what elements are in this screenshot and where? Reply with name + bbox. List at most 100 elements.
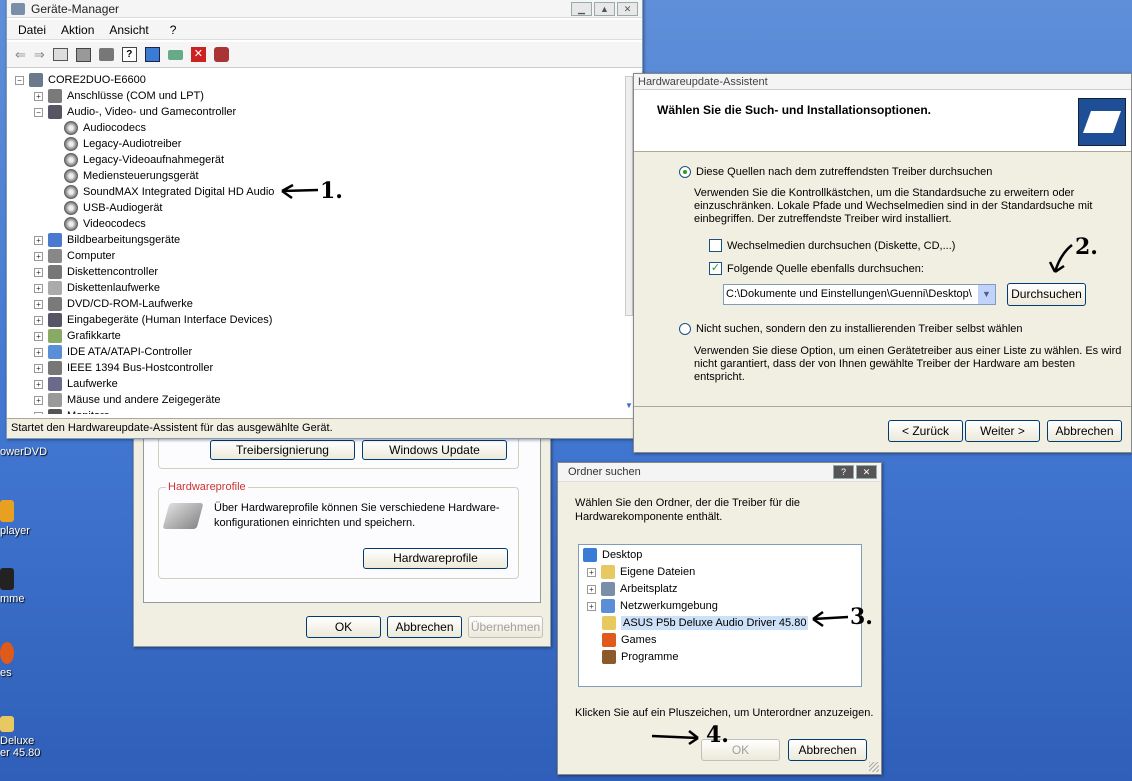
tree-category-item[interactable]: + IDE ATA/ATAPI-Controller xyxy=(34,344,192,360)
tree-device-item[interactable]: SoundMAX Integrated Digital HD Audio xyxy=(64,184,274,200)
tree-category-item[interactable]: + Eingabegeräte (Human Interface Devices) xyxy=(34,312,272,328)
radio-selected-icon[interactable] xyxy=(679,166,691,178)
back-icon[interactable]: ⇐ xyxy=(15,47,26,63)
tree-root[interactable]: − CORE2DUO-E6600 xyxy=(15,72,146,88)
desktop-icon-programme[interactable]: mme xyxy=(0,568,46,605)
tree-device-item[interactable]: Videocodecs xyxy=(64,216,146,232)
expand-icon[interactable]: + xyxy=(587,567,596,577)
disable-icon[interactable] xyxy=(213,47,229,62)
expand-icon[interactable]: + xyxy=(34,251,43,261)
tree-category-item[interactable]: + Anschlüsse (COM und LPT) xyxy=(34,88,204,104)
expand-icon[interactable]: + xyxy=(34,283,43,293)
tree-category-item[interactable]: + Grafikkarte xyxy=(34,328,121,344)
folder-tree-item[interactable]: + Netzwerkumgebung xyxy=(587,598,718,614)
folder-tree-item[interactable]: Games xyxy=(602,632,656,648)
tree-category-item[interactable]: + Diskettenlaufwerke xyxy=(34,280,160,296)
option-manual-radio[interactable]: Nicht suchen, sondern den zu installiere… xyxy=(679,323,1023,335)
ok-button[interactable]: OK xyxy=(306,616,381,638)
tree-category-item[interactable]: + Bildbearbeitungsgeräte xyxy=(34,232,180,248)
tree-category-item[interactable]: + Mäuse und andere Zeigegeräte xyxy=(34,392,221,408)
expand-icon[interactable]: + xyxy=(34,315,43,325)
scrollbar-thumb[interactable] xyxy=(625,76,633,316)
annotation-label-3: 3. xyxy=(850,604,873,630)
menu-aktion[interactable]: Aktion xyxy=(61,23,94,37)
expand-icon[interactable]: + xyxy=(34,347,43,357)
expand-icon[interactable]: + xyxy=(34,331,43,341)
desktop-icon-driver-folder[interactable]: Deluxe er 45.80 xyxy=(0,716,46,759)
expand-icon[interactable]: + xyxy=(34,267,43,277)
expand-icon[interactable]: + xyxy=(587,601,596,611)
forward-icon[interactable]: ⇒ xyxy=(34,47,45,63)
folder-tree-item[interactable]: + Arbeitsplatz xyxy=(587,581,677,597)
expand-icon[interactable]: + xyxy=(34,235,43,245)
collapse-icon[interactable]: − xyxy=(15,75,24,85)
collapse-icon[interactable]: − xyxy=(34,107,43,117)
help-icon[interactable]: ? xyxy=(121,47,137,62)
next-button[interactable]: Weiter > xyxy=(965,420,1040,442)
back-button[interactable]: < Zurück xyxy=(888,420,963,442)
expand-icon[interactable]: + xyxy=(587,584,596,594)
tree-device-item[interactable]: Mediensteuerungsgerät xyxy=(64,168,199,184)
removable-media-label: Wechselmedien durchsuchen (Diskette, CD,… xyxy=(727,239,956,252)
cancel-button[interactable]: Abbrechen xyxy=(387,616,462,638)
desktop-icon-player[interactable]: player xyxy=(0,500,46,537)
desktop-icon-label: Deluxe xyxy=(0,735,35,747)
folder-tree-item[interactable]: Programme xyxy=(602,649,678,665)
tree-category-item[interactable]: + Computer xyxy=(34,248,115,264)
device-category-icon xyxy=(48,377,62,391)
folder-tree-item[interactable]: + Eigene Dateien xyxy=(587,564,695,580)
desktop-icon-firefox[interactable]: es xyxy=(0,642,46,679)
folder-tree[interactable]: Desktop + Eigene Dateien + Arbeitsplatz + Netz… xyxy=(578,544,862,687)
expand-icon[interactable]: + xyxy=(34,363,43,373)
properties-icon[interactable] xyxy=(75,47,91,62)
scan-hardware-icon[interactable] xyxy=(144,47,160,62)
tree-device-item[interactable]: USB-Audiogerät xyxy=(64,200,163,216)
hardware-profiles-button[interactable]: Hardwareprofile xyxy=(363,548,508,569)
expand-icon[interactable]: + xyxy=(34,379,43,389)
folder-tree-item[interactable]: Desktop xyxy=(583,547,642,563)
folder-label: Arbeitsplatz xyxy=(620,583,678,595)
tree-category-item[interactable]: + IEEE 1394 Bus-Hostcontroller xyxy=(34,360,213,376)
tree-category-item[interactable]: + Laufwerke xyxy=(34,376,118,392)
wizard-cancel-button[interactable]: Abbrechen xyxy=(1047,420,1122,442)
folder-tree-item[interactable]: ASUS P5b Deluxe Audio Driver 45.80 xyxy=(602,615,809,631)
path-combobox[interactable]: C:\Dokumente und Einstellungen\Guenni\De… xyxy=(723,284,996,305)
radio-unselected-icon[interactable] xyxy=(679,323,691,335)
help-button[interactable]: ? xyxy=(833,465,854,479)
maximize-button[interactable]: ▲ xyxy=(594,1,615,16)
tree-category-item[interactable]: − Audio-, Video- und Gamecontroller xyxy=(34,104,236,120)
include-location-checkbox[interactable]: ✓ Folgende Quelle ebenfalls durchsuchen: xyxy=(709,262,924,275)
tree-device-item[interactable]: Audiocodecs xyxy=(64,120,146,136)
print-icon[interactable] xyxy=(98,48,114,61)
menu-help[interactable]: ? xyxy=(170,23,177,37)
browse-button[interactable]: Durchsuchen xyxy=(1007,283,1086,306)
wizard-divider xyxy=(634,406,1131,407)
expand-icon[interactable]: + xyxy=(34,299,43,309)
apply-button[interactable]: Übernehmen xyxy=(468,616,543,638)
scroll-down-icon[interactable]: ▼ xyxy=(625,401,633,410)
checkbox-unchecked-icon[interactable] xyxy=(709,239,722,252)
expand-icon[interactable]: + xyxy=(34,395,43,405)
desktop-icon-powerdvd[interactable]: owerDVD xyxy=(0,446,47,458)
checkbox-checked-icon[interactable]: ✓ xyxy=(709,262,722,275)
update-driver-icon[interactable] xyxy=(167,49,183,60)
minimize-button[interactable]: ▁ xyxy=(571,1,592,16)
expand-icon[interactable]: + xyxy=(34,411,43,414)
folder-cancel-button[interactable]: Abbrechen xyxy=(788,739,867,761)
removable-media-checkbox[interactable]: Wechselmedien durchsuchen (Diskette, CD,… xyxy=(709,239,955,252)
close-button[interactable]: ✕ xyxy=(856,465,877,479)
tree-category-item[interactable]: + Diskettencontroller xyxy=(34,264,158,280)
menu-ansicht[interactable]: Ansicht xyxy=(109,23,148,37)
tree-category-item[interactable]: + Monitore xyxy=(34,408,110,414)
expand-icon[interactable]: + xyxy=(34,91,43,101)
resize-grip-icon[interactable] xyxy=(869,762,879,772)
close-button[interactable]: ✕ xyxy=(617,1,638,16)
tree-device-item[interactable]: Legacy-Videoaufnahmegerät xyxy=(64,152,224,168)
show-hide-tree-icon[interactable] xyxy=(52,48,68,61)
uninstall-icon[interactable]: ✕ xyxy=(190,47,206,62)
tree-device-item[interactable]: Legacy-Audiotreiber xyxy=(64,136,181,152)
menu-datei[interactable]: Datei xyxy=(18,23,46,37)
tree-category-item[interactable]: + DVD/CD-ROM-Laufwerke xyxy=(34,296,193,312)
option-search-radio[interactable]: Diese Quellen nach dem zutreffendsten Tr… xyxy=(679,166,992,178)
dropdown-arrow-icon[interactable]: ▼ xyxy=(978,285,995,304)
